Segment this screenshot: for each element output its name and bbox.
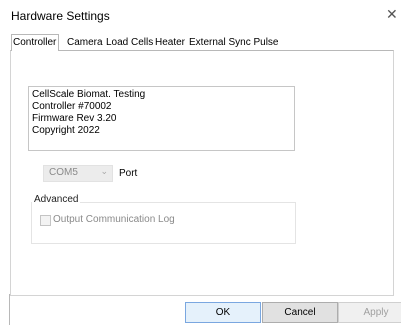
port-label: Port [119, 168, 138, 179]
tab-controller[interactable]: Controller [11, 34, 60, 51]
tab-load-cells[interactable]: Load Cells [106, 35, 153, 50]
output-log-checkbox[interactable] [40, 215, 51, 226]
output-log-label[interactable]: Output Communication Log [53, 214, 175, 225]
info-line: Firmware Rev 3.20 [32, 113, 117, 124]
tab-external-sync-pulse[interactable]: External Sync Pulse [189, 35, 279, 50]
tab-camera[interactable]: Camera [67, 35, 103, 50]
cancel-button[interactable]: Cancel [262, 302, 338, 323]
advanced-legend: Advanced [32, 194, 81, 205]
chevron-down-icon: ⌄ [100, 166, 108, 176]
info-line: CellScale Biomat. Testing [32, 89, 146, 100]
divider [9, 294, 10, 325]
controller-info-box: CellScale Biomat. Testing Controller #70… [28, 86, 295, 151]
hardware-settings-dialog: Hardware Settings ✕ Controller Camera Lo… [0, 0, 401, 325]
port-select[interactable]: COM5 ⌄ [43, 165, 113, 182]
port-select-value: COM5 [49, 167, 78, 178]
dialog-title: Hardware Settings [11, 9, 110, 23]
tab-heater[interactable]: Heater [155, 35, 185, 50]
ok-button[interactable]: OK [185, 302, 261, 323]
close-icon[interactable]: ✕ [386, 6, 398, 23]
info-line: Controller #70002 [32, 101, 112, 112]
apply-button[interactable]: Apply [338, 302, 401, 323]
info-line: Copyright 2022 [32, 125, 100, 136]
